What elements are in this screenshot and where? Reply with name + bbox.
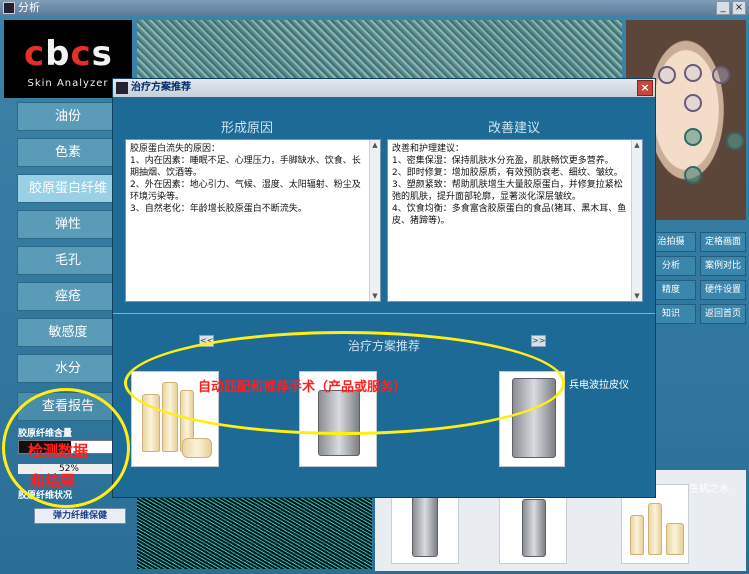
advice-heading: 改善建议 <box>487 121 540 136</box>
bottle-image <box>648 503 662 555</box>
minimize-button[interactable]: _ <box>716 1 730 15</box>
cause-scrollbar[interactable]: ▲ ▼ <box>369 140 380 301</box>
sidebar-item-oil[interactable]: 油份 <box>17 102 119 131</box>
advice-line: 1、密集保湿：保持肌肤水分充盈，肌肤畅饮更多营养。 <box>392 156 614 166</box>
scroll-up-icon[interactable]: ▲ <box>370 140 380 150</box>
sidebar-item-pigment[interactable]: 色素 <box>17 138 119 167</box>
rf-device-label: 兵电波拉皮仪 <box>569 380 629 391</box>
freeze-frame-button[interactable]: 定格画面 <box>700 232 746 252</box>
window-close-button[interactable]: × <box>732 1 746 15</box>
cause-heading: 形成原因 <box>220 121 273 136</box>
face-point-icon[interactable] <box>726 132 744 150</box>
next-products-button[interactable]: >> <box>531 335 546 347</box>
window-title: 分析 <box>18 1 40 14</box>
device-image <box>522 499 546 557</box>
collagen-fiber-image <box>137 497 372 569</box>
cause-text-area[interactable]: 胶原蛋白流失的原因： 1、内在因素：睡眠不足、心理压力，手脚缺水、饮食、长期抽烟… <box>125 139 381 302</box>
treatment-plan-dialog: 治疗方案推荐 × 形成原因 改善建议 胶原蛋白流失的原因： 1、内在因素：睡眠不… <box>112 78 656 498</box>
logo-letter: c <box>70 34 92 74</box>
face-point-icon[interactable] <box>684 64 702 82</box>
scroll-down-icon[interactable]: ▼ <box>632 291 642 301</box>
advice-scrollbar[interactable]: ▲ ▼ <box>631 140 642 301</box>
dialog-app-icon <box>116 82 128 94</box>
dialog-close-button[interactable]: × <box>637 80 653 96</box>
main-window-title-bar: 分析 _ × <box>0 0 749 16</box>
sidebar-item-elasticity[interactable]: 弹性 <box>17 210 119 239</box>
cream-jar-image <box>182 438 212 458</box>
sidebar-item-acne[interactable]: 痤疮 <box>17 282 119 311</box>
result-annotation-line-1: 检测数据 <box>28 442 89 460</box>
face-point-icon[interactable] <box>712 66 730 84</box>
cause-line: 3、自然老化：年龄增长胶原蛋白不断流失。 <box>130 204 307 214</box>
recommend-annotation: 自动匹配和推荐手术（产品或服务） <box>198 380 407 395</box>
scroll-up-icon[interactable]: ▲ <box>632 140 642 150</box>
dialog-title: 治疗方案推荐 <box>131 82 191 93</box>
return-home-button[interactable]: 返回首页 <box>700 304 746 324</box>
sidebar-item-pores[interactable]: 毛孔 <box>17 246 119 275</box>
advice-line: 4、饮食均衡：多食富含胶原蛋白的食品(猪耳、黑木耳、鱼皮、猪蹄等)。 <box>392 204 627 226</box>
logo-letter: c <box>24 34 46 74</box>
device-image <box>412 491 438 557</box>
face-point-icon[interactable] <box>684 128 702 146</box>
face-point-icon[interactable] <box>684 94 702 112</box>
logo-letter: b <box>45 34 71 74</box>
result-annotation-line-2: 和结果 <box>30 472 76 490</box>
cause-line: 胶原蛋白流失的原因： <box>130 144 221 154</box>
logo-mark: cbcs <box>24 34 113 74</box>
sidebar-item-moisture[interactable]: 水分 <box>17 354 119 383</box>
product-label: 生机之水 <box>689 484 729 495</box>
cause-line: 2、外在因素：地心引力、气候、湿度、太阳辐射、粉尘及环境污染等。 <box>130 180 361 202</box>
hardware-settings-button[interactable]: 硬件设置 <box>700 280 746 300</box>
dialog-title-bar: 治疗方案推荐 × <box>113 79 655 97</box>
scroll-down-icon[interactable]: ▼ <box>370 291 380 301</box>
sidebar-item-collagen[interactable]: 胶原蛋白纤维 <box>17 174 119 203</box>
dialog-divider <box>113 313 655 314</box>
case-compare-button[interactable]: 案例对比 <box>700 256 746 276</box>
advice-text-area[interactable]: 改善和护理建议： 1、密集保湿：保持肌肤水分充盈，肌肤畅饮更多营养。 2、即时修… <box>387 139 643 302</box>
face-point-icon[interactable] <box>658 66 676 84</box>
advice-line: 2、即时修复：增加胶原质，有效预防衰老、细纹、皱纹。 <box>392 168 623 178</box>
bottle-image <box>630 515 644 555</box>
face-point-icon[interactable] <box>684 166 702 184</box>
advice-line: 3、塑颜紧致：帮助肌肤增生大量胶原蛋白，并修复拉紧松弛的肌肤，提升面部轮廓，显著… <box>392 180 623 202</box>
logo-letter: s <box>91 34 113 74</box>
cause-line: 1、内在因素：睡眠不足、心理压力，手脚缺水、饮食、长期抽烟、饮酒等。 <box>130 156 361 178</box>
elastic-fiber-care-button[interactable]: 弹力纤维保健 <box>34 508 126 524</box>
app-icon <box>3 2 15 14</box>
sidebar-item-sensitivity[interactable]: 敏感度 <box>17 318 119 347</box>
advice-line: 改善和护理建议： <box>392 144 465 154</box>
bottle-image <box>666 523 684 555</box>
